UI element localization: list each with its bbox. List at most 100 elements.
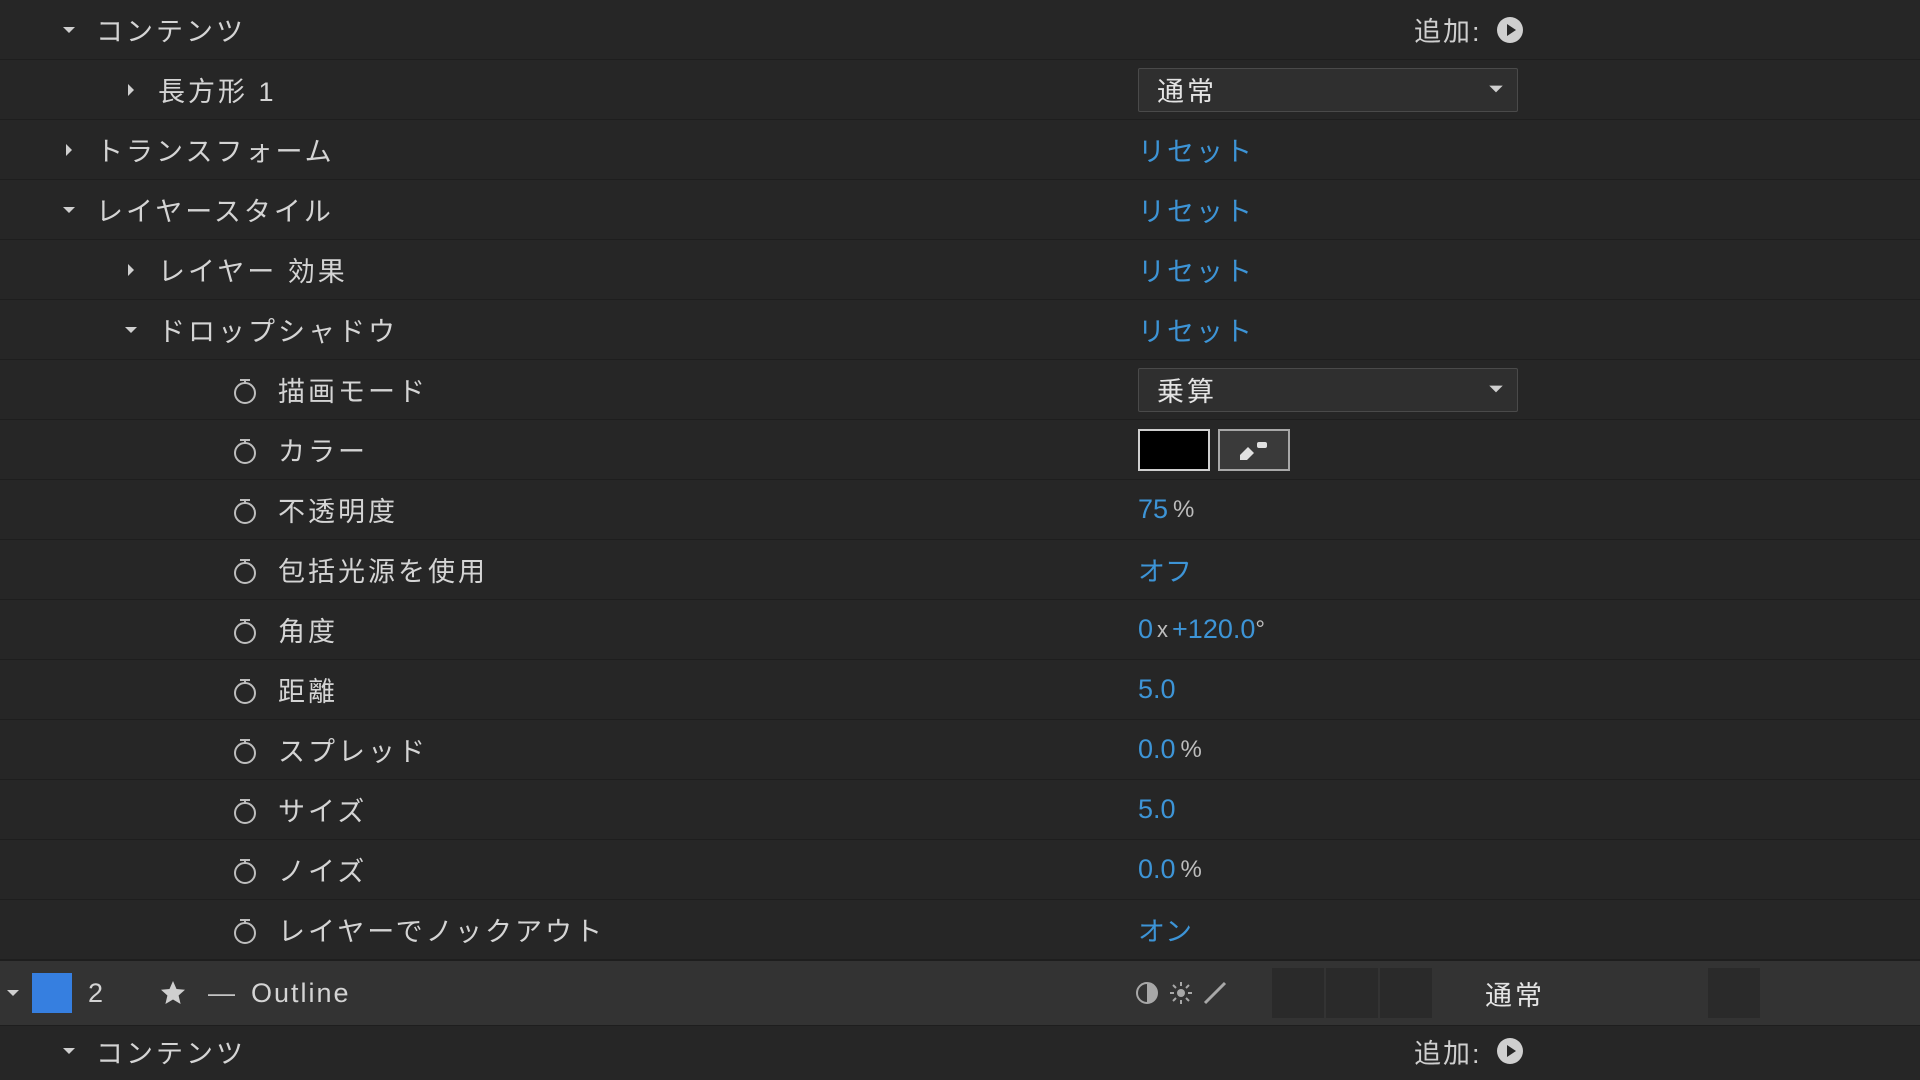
value-cell: 0.0 % [1128,840,1920,899]
mask-icon[interactable] [1132,978,1162,1008]
chevron-down-icon [1487,74,1505,105]
label-spread: スプレッド [278,730,428,769]
stopwatch-icon[interactable] [230,795,260,825]
switch-block[interactable] [1326,968,1378,1018]
chevron-down-icon[interactable] [58,199,80,221]
value-cell: オン [1128,900,1920,959]
size-value[interactable]: 5.0 [1138,794,1176,825]
label-transform[interactable]: トランスフォーム [96,130,335,169]
layer-dash: — [208,978,235,1009]
stopwatch-icon[interactable] [230,915,260,945]
row-rectangle-1[interactable]: 長方形 1 通常 [0,60,1920,120]
end-blocks [1708,968,1760,1018]
noise-value[interactable]: 0.0 [1138,854,1176,885]
layer-color-swatch[interactable] [32,973,72,1013]
play-circle-icon[interactable] [1494,14,1526,46]
row-contents-2[interactable]: コンテンツ 追加: [0,1026,1920,1076]
row-layer-effects[interactable]: レイヤー 効果 リセット [0,240,1920,300]
value-cell [1128,420,1920,479]
stopwatch-icon[interactable] [230,555,260,585]
label-opacity: 不透明度 [278,490,398,529]
chevron-down-icon[interactable] [120,319,142,341]
value-cell: リセット [1128,300,1920,359]
reset-link[interactable]: リセット [1138,130,1254,169]
name-cell: レイヤー 効果 [0,240,1128,299]
motion-blur-icon[interactable] [1200,978,1230,1008]
stopwatch-icon[interactable] [230,375,260,405]
value-cell: 通常 [1128,60,1920,119]
name-cell: カラー [0,420,1128,479]
label-contents[interactable]: コンテンツ [96,1032,246,1071]
name-cell: ドロップシャドウ [0,300,1128,359]
row-drop-shadow[interactable]: ドロップシャドウ リセット [0,300,1920,360]
chevron-down-icon[interactable] [58,1040,80,1062]
star-icon[interactable] [158,978,188,1008]
value-cell: 乗算 [1128,360,1920,419]
row-transform[interactable]: トランスフォーム リセット [0,120,1920,180]
name-cell: スプレッド [0,720,1128,779]
chevron-down-icon[interactable] [58,19,80,41]
color-swatch[interactable] [1138,429,1210,471]
switch-block[interactable] [1708,968,1760,1018]
name-cell: レイヤースタイル [0,180,1128,239]
stopwatch-icon[interactable] [230,495,260,525]
value-cell: 75 % [1128,480,1920,539]
stopwatch-icon[interactable] [230,615,260,645]
chevron-down-icon[interactable] [2,982,24,1004]
row-layer-styles[interactable]: レイヤースタイル リセット [0,180,1920,240]
name-cell: 描画モード [0,360,1128,419]
row-contents[interactable]: コンテンツ 追加: [0,0,1920,60]
stopwatch-icon[interactable] [230,675,260,705]
angle-rev-value[interactable]: 0 [1138,614,1153,645]
row-blend-mode: 描画モード 乗算 [0,360,1920,420]
stopwatch-icon[interactable] [230,435,260,465]
name-cell: サイズ [0,780,1128,839]
reset-link[interactable]: リセット [1138,250,1254,289]
name-cell: コンテンツ [0,0,1128,59]
row-global-light: 包括光源を使用 オフ [0,540,1920,600]
switch-block[interactable] [1272,968,1324,1018]
row-size: サイズ 5.0 [0,780,1920,840]
fx-icon[interactable] [1166,978,1196,1008]
angle-deg-value[interactable]: +120.0 [1172,614,1255,645]
play-circle-icon[interactable] [1494,1035,1526,1067]
name-cell: 包括光源を使用 [0,540,1128,599]
label-contents[interactable]: コンテンツ [96,10,246,49]
label-layer-effects[interactable]: レイヤー 効果 [158,250,348,289]
chevron-right-icon[interactable] [58,139,80,161]
name-cell: レイヤーでノックアウト [0,900,1128,959]
knockout-value[interactable]: オン [1138,910,1192,949]
switch-blocks [1272,968,1432,1018]
distance-value[interactable]: 5.0 [1138,674,1176,705]
reset-link[interactable]: リセット [1138,190,1254,229]
label-noise: ノイズ [278,850,367,889]
label-knockout: レイヤーでノックアウト [278,910,605,949]
stopwatch-icon[interactable] [230,735,260,765]
layer-row-2[interactable]: 2 — Outline [0,960,1920,1026]
value-cell: リセット [1128,120,1920,179]
label-layer-styles[interactable]: レイヤースタイル [96,190,334,229]
layer-name[interactable]: Outline [251,978,351,1009]
label-drop-shadow[interactable]: ドロップシャドウ [158,310,398,349]
eyedropper-icon[interactable] [1218,429,1290,471]
switch-block[interactable] [1380,968,1432,1018]
spread-value[interactable]: 0.0 [1138,734,1176,765]
chevron-down-icon [1487,374,1505,405]
row-color: カラー [0,420,1920,480]
stopwatch-icon[interactable] [230,855,260,885]
label-rect1[interactable]: 長方形 1 [158,70,277,109]
chevron-right-icon[interactable] [120,79,142,101]
blend-mode-dropdown[interactable]: 通常 [1138,68,1518,112]
dropdown-label: 通常 [1485,974,1545,1013]
row-knockout: レイヤーでノックアウト オン [0,900,1920,960]
opacity-value[interactable]: 75 [1138,494,1168,525]
chevron-right-icon[interactable] [120,259,142,281]
global-light-value[interactable]: オフ [1138,550,1192,589]
reset-link[interactable]: リセット [1138,310,1254,349]
layer-switch-icons [1132,978,1230,1008]
row-spread: スプレッド 0.0 % [0,720,1920,780]
row-distance: 距離 5.0 [0,660,1920,720]
layer-number: 2 [80,978,158,1009]
layer-mode-dropdown[interactable]: 通常 [1470,970,1682,1016]
blend-mode-value-dropdown[interactable]: 乗算 [1138,368,1518,412]
